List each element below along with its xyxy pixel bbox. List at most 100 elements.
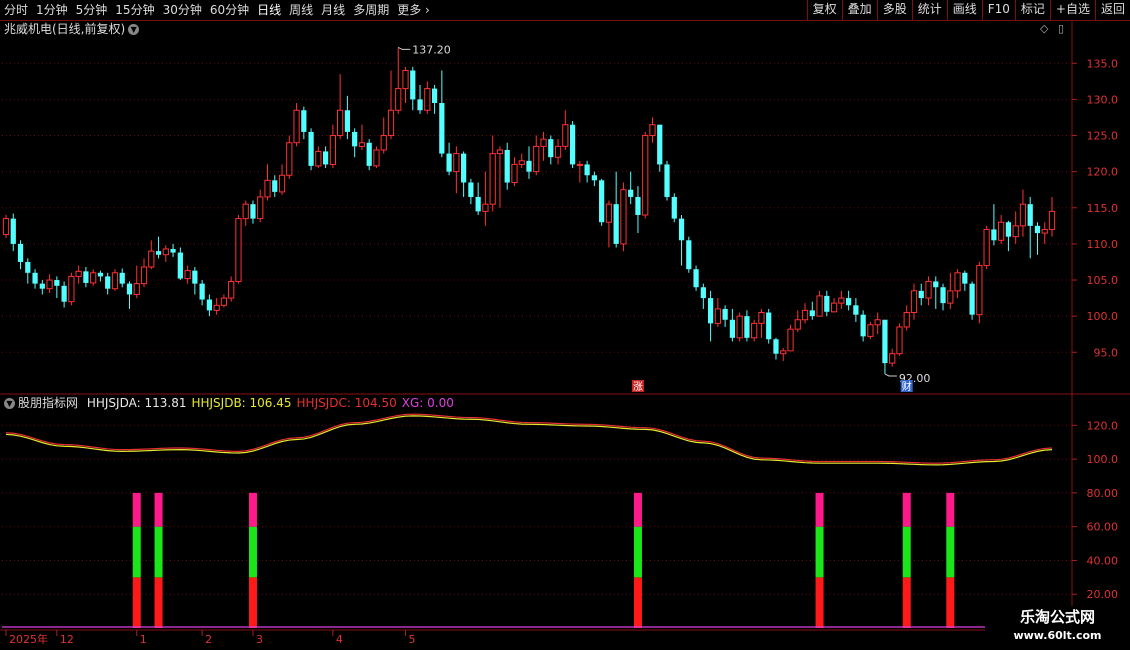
candle-body-0: [2, 218, 10, 236]
candle-body-76: [554, 145, 562, 158]
candle-body-106: [773, 339, 779, 354]
signal-bar-0-0: [132, 577, 141, 628]
signal-bar-3-0: [633, 577, 642, 628]
signal-bar-6-2: [946, 492, 955, 527]
candle-body-39: [286, 142, 293, 176]
indicator-legend-1: HHJSJDB: 106.45: [191, 396, 292, 410]
candle-body-55: [402, 70, 409, 90]
candle-body-91: [664, 164, 670, 197]
candle-body-144: [1048, 210, 1056, 230]
ind-tick-4: 40.00: [1087, 554, 1119, 567]
candle-body-143: [1041, 228, 1048, 234]
candle-body-113: [824, 295, 830, 312]
candle-body-20: [148, 250, 155, 268]
candle-body-52: [380, 135, 387, 151]
candle-body-109: [794, 319, 801, 330]
candle-body-51: [373, 149, 380, 167]
watermark-line1: 乐淘公式网: [1019, 608, 1095, 626]
candle-body-116: [845, 298, 852, 306]
candle-body-130: [947, 290, 954, 304]
candle-body-74: [540, 138, 547, 147]
candle-body-63: [461, 153, 467, 183]
candle-body-35: [257, 196, 264, 220]
candle-body-8: [61, 285, 67, 302]
candle-body-88: [642, 135, 649, 216]
candle-body-27: [199, 283, 205, 300]
candle-body-75: [548, 139, 554, 158]
candle-body-122: [889, 353, 896, 364]
candle-body-81: [591, 175, 597, 181]
candle-body-6: [46, 279, 53, 290]
candle-body-47: [344, 110, 351, 132]
candle-body-58: [424, 88, 431, 111]
candle-body-124: [903, 312, 910, 328]
candle-body-138: [1005, 222, 1012, 237]
candle-body-140: [1019, 203, 1027, 227]
candle-body-7: [54, 280, 60, 286]
signal-bar-2-0: [248, 577, 257, 628]
candle-body-71: [518, 160, 525, 165]
candle-body-79: [576, 163, 583, 166]
candle-body-36: [264, 179, 271, 198]
high-label: 137.20: [412, 43, 451, 56]
candle-body-102: [744, 316, 750, 338]
candle-body-118: [860, 314, 866, 337]
signal-bar-5-2: [902, 492, 911, 527]
candle-body-115: [838, 297, 845, 304]
candle-body-16: [119, 272, 125, 284]
candle-body-10: [75, 270, 82, 277]
candle-body-95: [693, 269, 699, 288]
price-tick-4: 115.0: [1087, 202, 1119, 215]
signal-bar-0-2: [132, 492, 141, 527]
candle-body-139: [1012, 225, 1019, 238]
candle-body-127: [925, 280, 932, 299]
candle-body-37: [272, 180, 278, 192]
candle-body-53: [387, 109, 395, 137]
price-tick-7: 100.0: [1087, 310, 1119, 323]
candle-body-68: [496, 149, 504, 155]
candle-body-61: [446, 153, 452, 172]
candle-body-30: [220, 297, 228, 306]
candle-body-104: [758, 312, 765, 324]
candle-body-141: [1027, 204, 1033, 226]
candle-body-87: [635, 196, 641, 215]
candle-body-67: [489, 153, 496, 205]
watermark-line2: www.60lt.com: [1013, 629, 1102, 642]
candle-body-85: [620, 189, 627, 245]
candle-body-90: [657, 124, 663, 165]
candle-body-29: [213, 304, 220, 311]
candle-body-137: [998, 221, 1005, 241]
candle-body-128: [933, 281, 939, 288]
ind-tick-0: 120.0: [1087, 419, 1119, 432]
candle-body-107: [780, 350, 787, 355]
candle-body-40: [293, 109, 300, 144]
candle-body-15: [111, 272, 119, 290]
candle-body-103: [751, 322, 758, 339]
candle-body-83: [605, 203, 613, 223]
candle-body-62: [453, 153, 460, 173]
signal-bar-4-1: [815, 526, 824, 578]
candle-body-46: [337, 109, 344, 137]
indicator-name: 股朋指标网: [18, 396, 79, 410]
candle-body-70: [511, 163, 518, 183]
ind-tick-2: 80.00: [1087, 487, 1119, 500]
candle-body-72: [526, 160, 532, 172]
candle-body-99: [722, 308, 728, 320]
signal-bar-1-2: [154, 492, 163, 527]
x-tick-6: 5: [409, 633, 416, 646]
x-tick-5: 4: [336, 633, 343, 646]
candle-body-132: [962, 272, 968, 284]
candle-body-2: [17, 243, 24, 262]
candle-body-93: [678, 218, 685, 241]
candle-body-32: [235, 218, 242, 282]
ind-tick-3: 60.00: [1087, 521, 1119, 534]
candle-body-28: [206, 299, 213, 311]
candle-body-50: [366, 142, 372, 166]
candle-body-129: [940, 287, 946, 304]
indicator-legend-2: HHJSJDC: 104.50: [296, 396, 397, 410]
watermark: 乐淘公式网 www.60lt.com: [985, 606, 1130, 650]
candle-body-9: [68, 275, 75, 303]
candle-body-126: [918, 290, 924, 299]
chart-canvas: 135.0 130.0 125.0 120.0 115.0 110.0 105.0 100.0…: [0, 20, 1130, 646]
chevron-down-icon[interactable]: ▼: [4, 398, 15, 409]
